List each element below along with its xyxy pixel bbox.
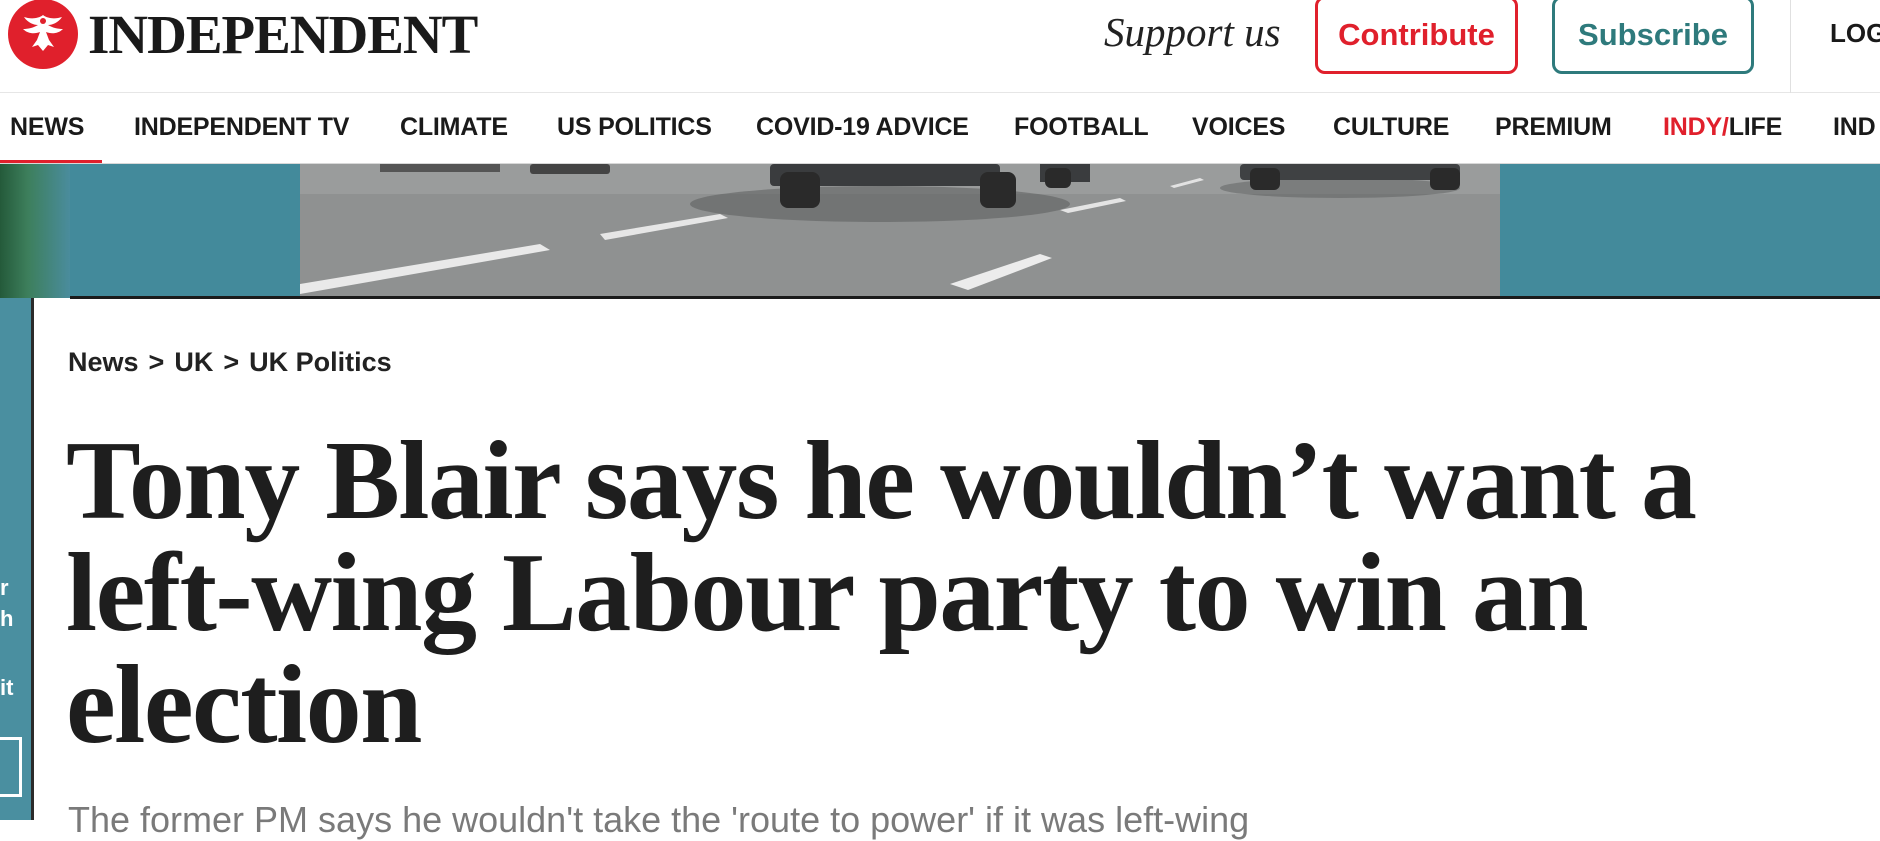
breadcrumb-news[interactable]: News [68, 347, 139, 377]
nav-item-culture[interactable]: CULTURE [1333, 113, 1449, 142]
advert-road-image[interactable] [300, 164, 1500, 298]
breadcrumb-uk-politics[interactable]: UK Politics [249, 347, 392, 377]
logo-wordmark: INDEPENDENT [88, 3, 478, 65]
subscribe-button[interactable]: Subscribe [1552, 0, 1754, 74]
left-skin-text-2: h [0, 606, 14, 631]
left-skin-text-1: r [0, 575, 9, 600]
nav-item-ind[interactable]: IND [1833, 113, 1876, 142]
main-nav: NEWS INDEPENDENT TV CLIMATE US POLITICS … [0, 93, 1880, 164]
nav-item-indy-life[interactable]: INDY/LIFE [1663, 113, 1782, 142]
road-scene-graphic [300, 164, 1500, 298]
advert-left-edge [0, 164, 70, 298]
nav-item-voices[interactable]: VOICES [1192, 113, 1285, 142]
site-header: INDEPENDENT Support us Contribute Subscr… [0, 0, 1880, 93]
contribute-button[interactable]: Contribute [1315, 0, 1518, 74]
breadcrumb-separator: > [223, 347, 240, 377]
breadcrumb: News > UK > UK Politics [68, 347, 392, 378]
left-skin-text-3: it [0, 675, 14, 700]
nav-item-covid-advice[interactable]: COVID-19 ADVICE [756, 113, 969, 142]
site-logo[interactable]: INDEPENDENT [8, 0, 478, 69]
nav-item-independent-tv[interactable]: INDEPENDENT TV [134, 113, 349, 142]
article-standfirst: The former PM says he wouldn't take the … [68, 799, 1250, 840]
breadcrumb-separator: > [148, 347, 165, 377]
nav-item-indy-prefix: INDY/ [1663, 113, 1729, 141]
left-skin-button-outline[interactable] [0, 737, 22, 797]
support-us-label: Support us [1104, 9, 1281, 55]
nav-item-life-suffix: LIFE [1728, 113, 1783, 141]
nav-item-us-politics[interactable]: US POLITICS [557, 113, 712, 142]
breadcrumb-uk[interactable]: UK [174, 347, 213, 377]
nav-item-climate[interactable]: CLIMATE [400, 113, 508, 142]
header-divider [1790, 0, 1791, 93]
eagle-logo-icon [8, 0, 78, 69]
nav-item-news[interactable]: NEWS [10, 113, 84, 142]
login-link[interactable]: LOG [1830, 18, 1880, 49]
article-headline: Tony Blair says he wouldn’t want a left-… [66, 419, 1697, 767]
nav-item-football[interactable]: FOOTBALL [1014, 113, 1149, 142]
nav-item-premium[interactable]: PREMIUM [1495, 113, 1612, 142]
article-container: News > UK > UK Politics Tony Blair says he w… [34, 299, 1880, 840]
